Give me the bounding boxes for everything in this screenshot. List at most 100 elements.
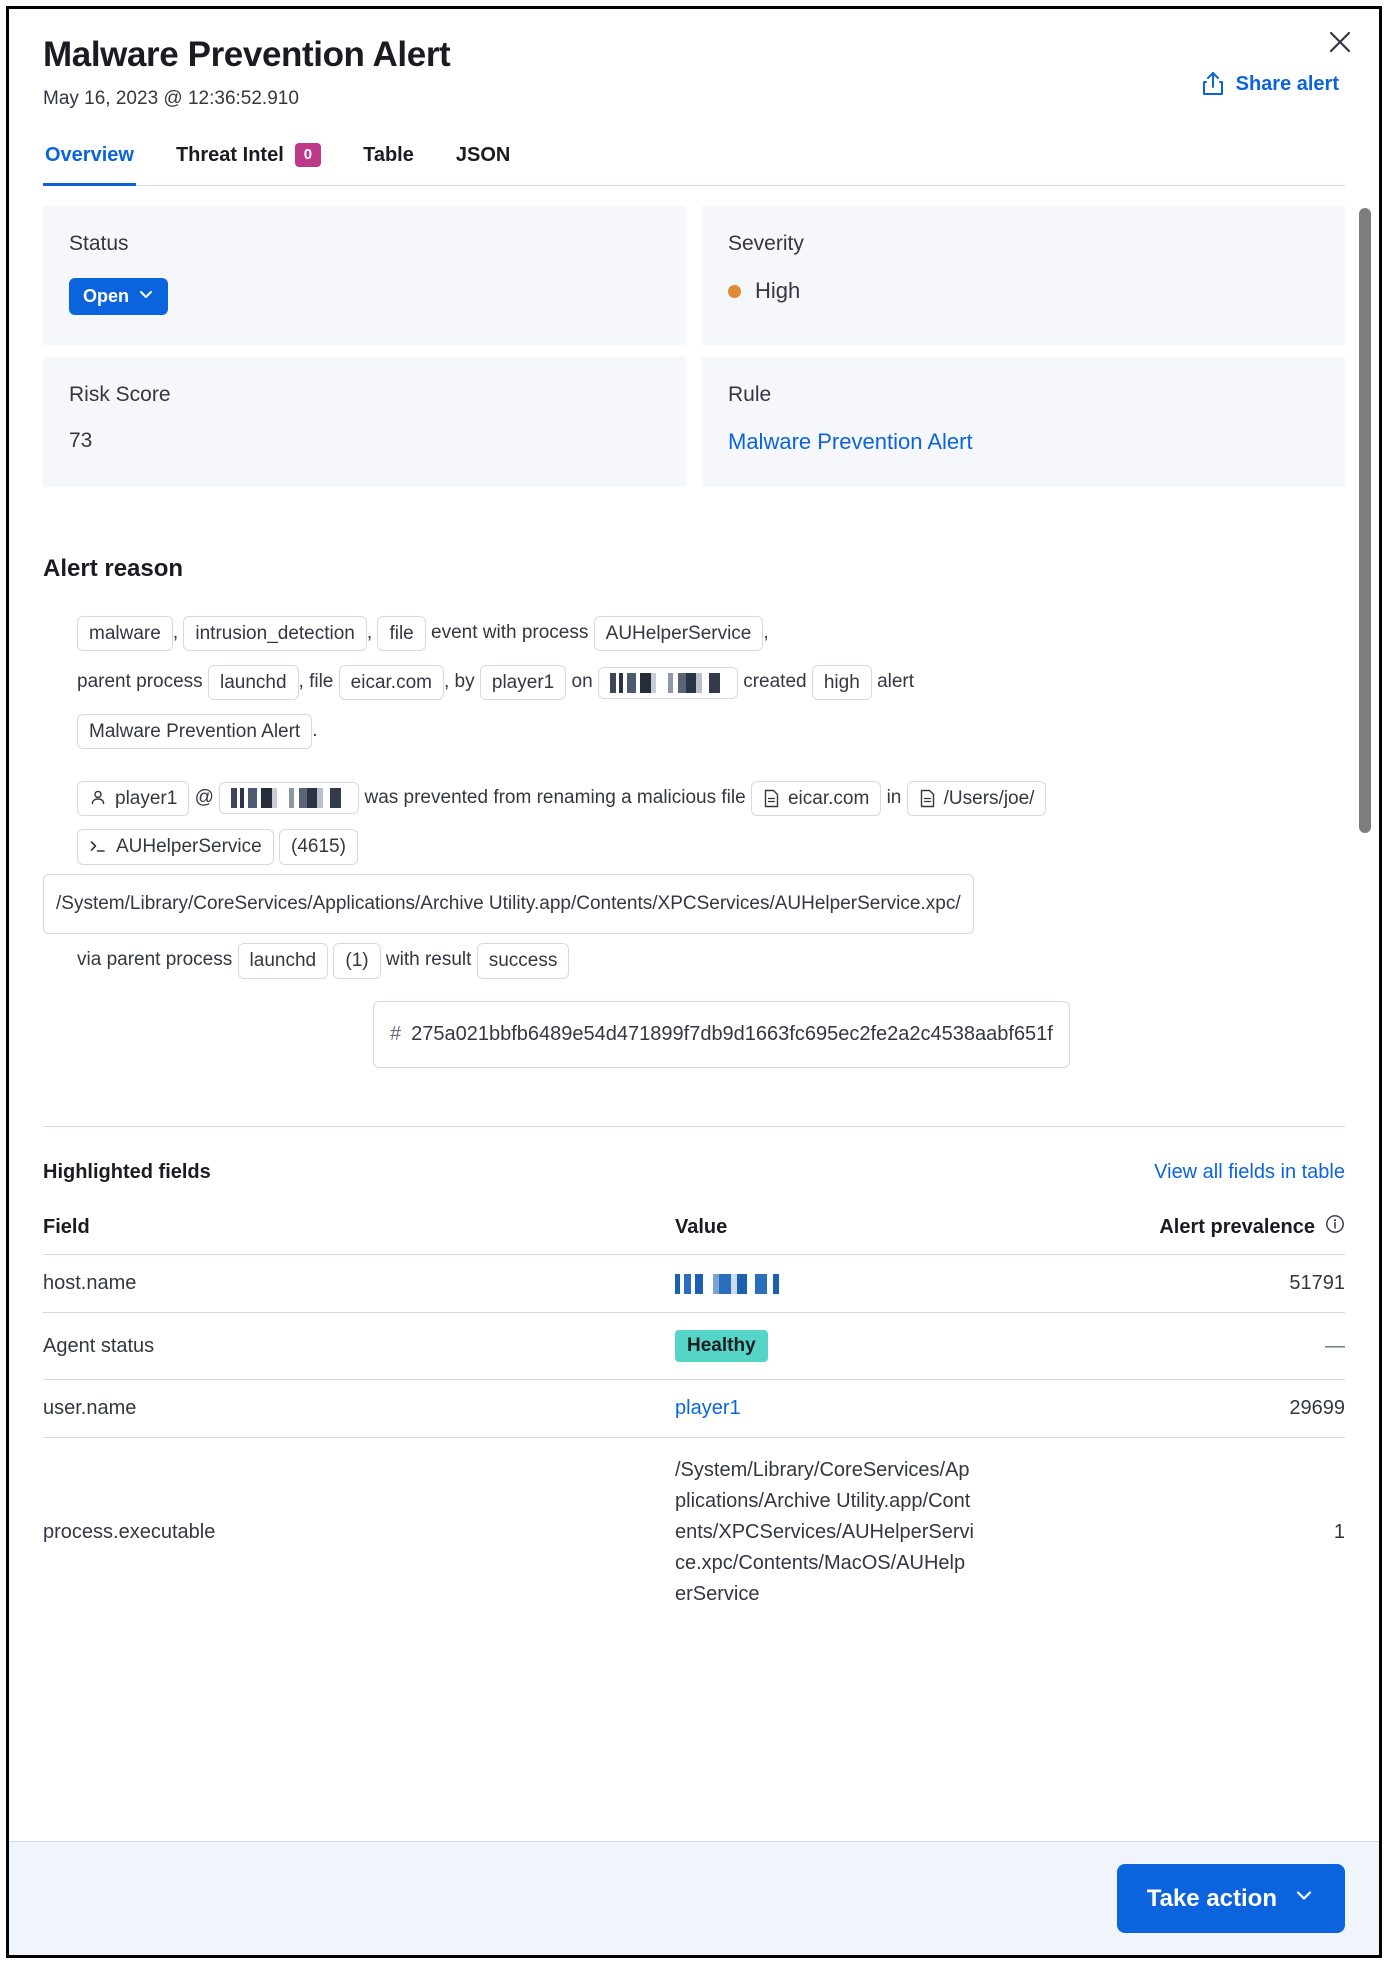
reason-line-7: via parent process launchd (1) with resu… <box>77 938 1345 983</box>
user-icon <box>89 789 107 807</box>
cell-prevalence-username[interactable]: 29699 <box>1115 1379 1345 1439</box>
tab-overview[interactable]: Overview <box>43 140 136 187</box>
threat-intel-count-badge: 0 <box>294 142 322 168</box>
severity-value: High <box>755 278 801 304</box>
cell-field-process-executable: process.executable <box>43 1521 216 1544</box>
flyout-footer: Take action <box>9 1841 1379 1955</box>
status-label: Status <box>69 232 129 256</box>
view-all-fields-link[interactable]: View all fields in table <box>1154 1161 1345 1184</box>
close-icon[interactable] <box>1319 21 1361 63</box>
highlighted-fields-table: Field Value Alert prevalence host.name 5… <box>43 1206 1345 1627</box>
scrollbar-thumb[interactable] <box>1359 208 1371 834</box>
column-header-prevalence-label: Alert prevalence <box>1159 1215 1315 1238</box>
reason-line-6: /System/Library/CoreServices/Application… <box>43 873 1345 935</box>
rule-label: Rule <box>728 383 772 407</box>
chip-directory-path[interactable]: /Users/joe/ <box>906 780 1047 817</box>
risk-score-label: Risk Score <box>69 383 171 407</box>
tab-json-label: JSON <box>455 144 511 167</box>
reason-text-via: via parent process <box>77 949 233 971</box>
rule-link[interactable]: Malware Prevention Alert <box>728 429 1319 455</box>
status-dropdown[interactable]: Open <box>69 278 169 316</box>
reason-text-on: on <box>571 671 593 693</box>
chip-file-eicar[interactable]: eicar.com <box>338 664 444 701</box>
chevron-down-icon <box>138 286 154 307</box>
reason-sep-2: , <box>366 622 373 644</box>
chip-user-player1-detail[interactable]: player1 <box>77 780 190 817</box>
alert-details-flyout: Malware Prevention Alert May 16, 2023 @ … <box>6 6 1382 1958</box>
flyout-body: Status Open Severity High Risk Score 73 … <box>9 186 1379 1841</box>
summary-cards: Status Open Severity High Risk Score 73 … <box>43 206 1345 488</box>
column-header-prevalence: Alert prevalence <box>1115 1206 1345 1256</box>
username-link[interactable]: player1 <box>675 1397 741 1419</box>
alert-timestamp: May 16, 2023 @ 12:36:52.910 <box>43 88 299 110</box>
table-row: host.name 51791 <box>43 1254 1345 1314</box>
reason-text-alert: alert <box>877 671 915 693</box>
share-alert-label: Share alert <box>1235 72 1339 95</box>
reason-period: . <box>312 720 318 742</box>
tab-table[interactable]: Table <box>361 140 416 186</box>
chip-file-hash[interactable]: #275a021bbfb6489e54d471899f7db9d1663fc69… <box>373 1001 1070 1069</box>
chip-host-redacted-detail[interactable] <box>219 782 360 815</box>
cell-prevalence-hostname[interactable]: 51791 <box>1115 1254 1345 1314</box>
chip-result-success[interactable]: success <box>476 942 570 979</box>
reason-line-3: Malware Prevention Alert. <box>77 709 1345 754</box>
table-header-row: Field Value Alert prevalence <box>43 1206 1345 1256</box>
chip-process-executable-path[interactable]: /System/Library/CoreServices/Application… <box>43 873 974 935</box>
reason-sep-1: , <box>172 622 179 644</box>
cell-prevalence-process-executable[interactable]: 1 <box>1115 1438 1345 1628</box>
chip-host-redacted[interactable] <box>597 666 738 699</box>
process-executable-path: /System/Library/CoreServices/Application… <box>675 1459 974 1606</box>
tab-threat-intel-label: Threat Intel <box>175 143 284 166</box>
chip-process-auhelperservice[interactable]: AUHelperService <box>593 615 764 652</box>
chip-file[interactable]: file <box>377 615 426 652</box>
status-value: Open <box>83 286 130 307</box>
cell-value-process-executable: /System/Library/CoreServices/Application… <box>675 1438 1115 1628</box>
reason-text-parent-process: parent process <box>77 671 203 693</box>
chip-process-pid[interactable]: (4615) <box>279 829 358 865</box>
console-icon <box>89 838 108 856</box>
chip-file-label: eicar.com <box>787 787 870 809</box>
hash-symbol: # <box>390 1023 402 1046</box>
reason-sep-by: , by <box>443 671 475 693</box>
reason-text-prevented: was prevented from renaming a malicious … <box>364 787 746 809</box>
cell-value-username: player1 <box>675 1379 1115 1439</box>
tab-threat-intel[interactable]: Threat Intel 0 <box>174 139 323 186</box>
reason-text-with-result: with result <box>385 949 472 971</box>
chip-intrusion-detection[interactable]: intrusion_detection <box>183 615 367 652</box>
reason-text-created: created <box>743 671 807 693</box>
table-row: Agent status Healthy — <box>43 1312 1345 1381</box>
chip-process-label: AUHelperService <box>116 836 262 858</box>
reason-sep-file: , file <box>298 671 334 693</box>
chip-severity-high[interactable]: high <box>811 664 872 701</box>
scrollbar-track[interactable] <box>1359 186 1371 1841</box>
share-alert-button[interactable]: Share alert <box>1201 71 1339 97</box>
reason-line-4: player1 @ was prevented from renaming a … <box>77 776 1345 821</box>
flyout-header: Malware Prevention Alert May 16, 2023 @ … <box>9 9 1379 187</box>
redacted-hostname-value <box>675 1274 779 1295</box>
reason-sep-3: , <box>763 622 769 644</box>
chip-parent-launchd[interactable]: launchd <box>207 664 299 701</box>
chip-parent-launchd-detail[interactable]: launchd <box>237 942 329 979</box>
take-action-label: Take action <box>1146 1884 1277 1912</box>
hash-value: 275a021bbfb6489e54d471899f7db9d1663fc695… <box>411 1023 1053 1046</box>
reason-line-2: parent process launchd, file eicar.com, … <box>77 660 1345 705</box>
chip-parent-pid[interactable]: (1) <box>333 942 381 979</box>
chip-user-player1[interactable]: player1 <box>479 664 567 701</box>
reason-line-1: malware, intrusion_detection, file event… <box>77 611 1345 656</box>
severity-card: Severity High <box>702 206 1345 346</box>
redacted-hostname-detail <box>231 788 348 809</box>
table-row: user.name player1 29699 <box>43 1379 1345 1439</box>
page-title: Malware Prevention Alert <box>43 35 451 74</box>
document-icon-dir <box>919 789 936 808</box>
section-divider <box>43 1126 1345 1128</box>
take-action-button[interactable]: Take action <box>1116 1864 1345 1933</box>
chip-rule-name[interactable]: Malware Prevention Alert <box>77 713 313 750</box>
tab-json[interactable]: JSON <box>454 140 512 186</box>
chip-malware[interactable]: malware <box>77 615 173 652</box>
chip-process-detail[interactable]: AUHelperService <box>77 829 274 865</box>
reason-text-in: in <box>886 787 902 809</box>
table-row: process.executable /System/Library/CoreS… <box>43 1438 1345 1628</box>
chip-file-eicar-detail[interactable]: eicar.com <box>750 780 882 817</box>
alert-reason-heading: Alert reason <box>43 555 184 583</box>
info-icon[interactable] <box>1325 1214 1345 1240</box>
